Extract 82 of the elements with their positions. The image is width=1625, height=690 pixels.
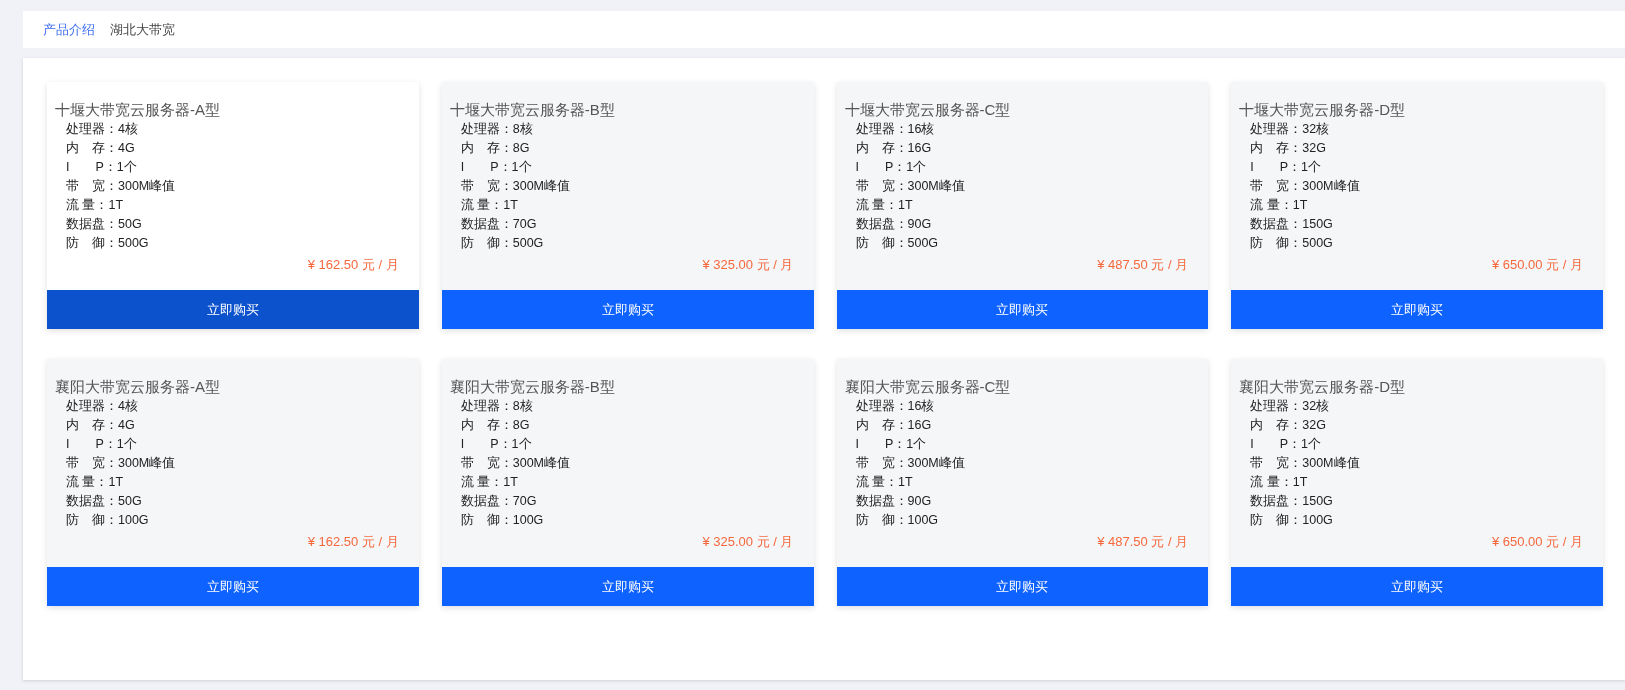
spec-line: 处理器：32核	[1250, 398, 1331, 415]
spec-line: 处理器：4核	[66, 121, 139, 138]
spec-line: 处理器：8核	[460, 121, 534, 138]
price-text: ¥ 487.50 元 / 月	[1097, 533, 1189, 551]
buy-now-button[interactable]: 立即购买	[441, 567, 814, 606]
spec-line: 内 存：16G	[855, 140, 933, 157]
spec-line: 防 御：500G	[66, 235, 150, 252]
buy-now-button[interactable]: 立即购买	[47, 567, 419, 606]
spec-line: 流 量：1T	[460, 197, 519, 214]
buy-now-button[interactable]: 立即购买	[441, 290, 814, 329]
spec-line: I P：1个	[855, 159, 928, 176]
buy-now-button[interactable]: 立即购买	[836, 290, 1209, 329]
spec-line: 数据盘：70G	[460, 216, 538, 233]
spec-line: I P：1个	[66, 159, 138, 176]
spec-line: 流 量：1T	[66, 474, 125, 491]
spec-line: 带 宽：300M峰值	[66, 178, 177, 195]
buy-now-button[interactable]: 立即购买	[1231, 290, 1603, 329]
spec-line: 数据盘：90G	[855, 216, 933, 233]
buy-now-button[interactable]: 立即购买	[836, 567, 1209, 606]
price-text: ¥ 325.00 元 / 月	[702, 256, 794, 274]
spec-line: 处理器：4核	[66, 398, 139, 415]
spec-line: 带 宽：300M峰值	[1250, 178, 1361, 195]
spec-line: 内 存：8G	[460, 417, 531, 434]
spec-line: 处理器：8核	[460, 398, 534, 415]
spec-line: 防 御：500G	[460, 235, 545, 252]
price-text: ¥ 162.50 元 / 月	[307, 256, 399, 274]
breadcrumb-link[interactable]: 湖北大带宽	[110, 19, 175, 40]
spec-line: 处理器：32核	[1250, 121, 1331, 138]
spec-line: 带 宽：300M峰值	[1250, 455, 1361, 472]
spec-line: 数据盘：70G	[460, 493, 538, 510]
spec-line: 数据盘：150G	[1250, 493, 1334, 510]
price-text: ¥ 162.50 元 / 月	[307, 533, 399, 551]
spec-line: 流 量：1T	[460, 474, 519, 491]
spec-line: 数据盘：50G	[66, 216, 143, 233]
spec-line: 内 存：16G	[855, 417, 933, 434]
spec-line: 流 量：1T	[855, 197, 914, 214]
spec-line: 流 量：1T	[855, 474, 914, 491]
spec-line: 防 御：100G	[1250, 512, 1334, 529]
spec-line: 带 宽：300M峰值	[855, 455, 966, 472]
product-title: 十堰大带宽云服务器-C型	[844, 100, 1012, 120]
spec-line: 内 存：32G	[1250, 417, 1327, 434]
spec-line: 数据盘：150G	[1250, 216, 1334, 233]
spec-line: 防 御：100G	[460, 512, 545, 529]
spec-line: 防 御：100G	[855, 512, 940, 529]
spec-line: 内 存：4G	[66, 417, 136, 434]
spec-line: 内 存：4G	[66, 140, 136, 157]
spec-line: I P：1个	[460, 159, 533, 176]
price-text: ¥ 650.00 元 / 月	[1491, 533, 1583, 551]
spec-line: 数据盘：50G	[66, 493, 143, 510]
price-text: ¥ 325.00 元 / 月	[702, 533, 794, 551]
product-title: 十堰大带宽云服务器-D型	[1239, 100, 1407, 120]
spec-line: I P：1个	[855, 436, 928, 453]
spec-line: 防 御：100G	[66, 512, 150, 529]
breadcrumb-link[interactable]: 产品介绍	[43, 19, 95, 40]
product-title: 襄阳大带宽云服务器-A型	[55, 377, 221, 397]
buy-now-button[interactable]: 立即购买	[47, 290, 419, 329]
product-title: 襄阳大带宽云服务器-D型	[1239, 377, 1407, 397]
spec-line: I P：1个	[1250, 436, 1322, 453]
spec-line: 内 存：32G	[1250, 140, 1327, 157]
product-title: 襄阳大带宽云服务器-C型	[844, 377, 1012, 397]
spec-line: 数据盘：90G	[855, 493, 933, 510]
spec-line: 带 宽：300M峰值	[460, 178, 572, 195]
spec-line: 带 宽：300M峰值	[66, 455, 177, 472]
buy-now-button[interactable]: 立即购买	[1231, 567, 1603, 606]
price-text: ¥ 650.00 元 / 月	[1491, 256, 1583, 274]
spec-line: 带 宽：300M峰值	[460, 455, 572, 472]
product-title: 十堰大带宽云服务器-B型	[449, 100, 616, 120]
spec-line: I P：1个	[460, 436, 533, 453]
spec-line: 流 量：1T	[1250, 197, 1309, 214]
spec-line: 流 量：1T	[66, 197, 125, 214]
spec-line: 内 存：8G	[460, 140, 531, 157]
spec-line: 流 量：1T	[1250, 474, 1309, 491]
spec-line: I P：1个	[1250, 159, 1322, 176]
spec-line: 处理器：16核	[855, 398, 936, 415]
spec-line: 防 御：500G	[1250, 235, 1334, 252]
product-title: 襄阳大带宽云服务器-B型	[449, 377, 616, 397]
price-text: ¥ 487.50 元 / 月	[1097, 256, 1189, 274]
spec-line: 带 宽：300M峰值	[855, 178, 966, 195]
spec-line: I P：1个	[66, 436, 138, 453]
spec-line: 处理器：16核	[855, 121, 936, 138]
product-title: 十堰大带宽云服务器-A型	[55, 100, 221, 120]
spec-line: 防 御：500G	[855, 235, 940, 252]
